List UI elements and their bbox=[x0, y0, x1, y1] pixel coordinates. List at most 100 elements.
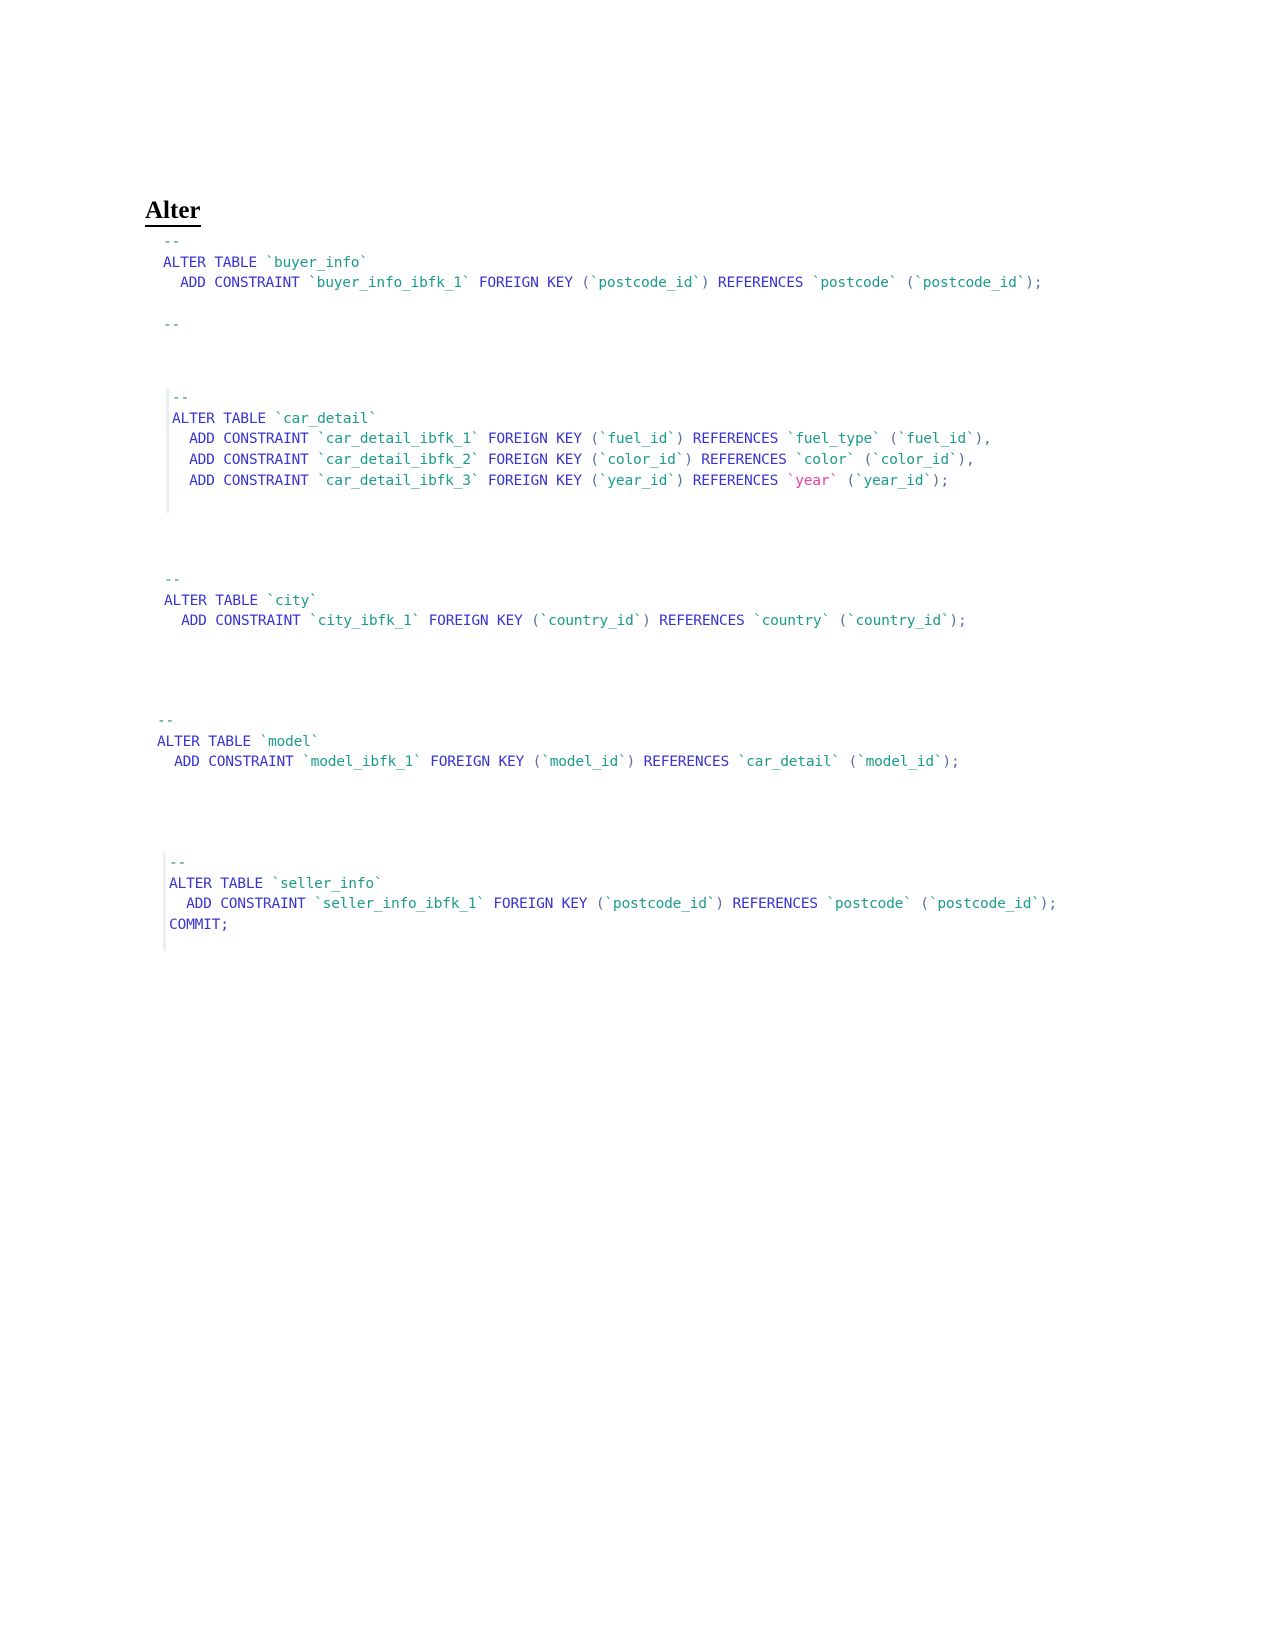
sql-referenced-table: `car_detail` bbox=[737, 753, 841, 771]
sql-column-identifier: `model_id` bbox=[541, 753, 627, 771]
sql-punctuation: ) bbox=[642, 612, 660, 630]
sql-referenced-column: `color_id` bbox=[872, 451, 958, 469]
sql-comment: -- bbox=[163, 233, 181, 250]
sql-line: -- bbox=[172, 388, 992, 409]
sql-keyword: FOREIGN KEY bbox=[479, 471, 591, 489]
sql-referenced-table: `color` bbox=[795, 451, 855, 469]
sql-keyword: REFERENCES bbox=[643, 753, 738, 771]
sql-block-alter-buyer-info: -- ALTER TABLE `buyer_info` ADD CONSTRAIN… bbox=[163, 232, 1043, 336]
sql-punctuation: ) bbox=[684, 451, 702, 469]
page-title: Alter bbox=[145, 197, 201, 227]
sql-constraint-name: `model_ibfk_1` bbox=[302, 753, 422, 771]
sql-punctuation: ), bbox=[957, 451, 975, 469]
sql-keyword: ADD CONSTRAINT bbox=[189, 430, 318, 448]
sql-referenced-table: `postcode` bbox=[811, 274, 898, 292]
sql-keyword: REFERENCES bbox=[692, 430, 787, 448]
sql-comment: -- bbox=[163, 315, 181, 333]
sql-line: ADD CONSTRAINT `buyer_info_ibfk_1` FOREI… bbox=[163, 273, 1043, 294]
sql-punctuation: ) bbox=[626, 753, 644, 771]
sql-punctuation: ( bbox=[581, 274, 590, 292]
sql-column-identifier: `fuel_id` bbox=[598, 430, 676, 448]
sql-punctuation: ( bbox=[590, 451, 599, 469]
sql-referenced-column: `postcode_id` bbox=[914, 274, 1026, 292]
sql-line: COMMIT; bbox=[169, 915, 1057, 936]
sql-column-identifier: `postcode_id` bbox=[589, 274, 701, 292]
sql-keyword: ADD CONSTRAINT bbox=[180, 274, 309, 292]
sql-keyword: ALTER TABLE bbox=[169, 874, 272, 892]
sql-line: -- bbox=[163, 315, 1042, 336]
sql-punctuation: ); bbox=[1039, 895, 1057, 913]
sql-punctuation: ); bbox=[931, 471, 949, 489]
sql-punctuation: ( bbox=[911, 895, 929, 913]
sql-punctuation: ( bbox=[532, 753, 542, 771]
sql-comment: -- bbox=[164, 571, 182, 588]
sql-constraint-name: `seller_info_ibfk_1` bbox=[314, 895, 485, 913]
sql-keyword: ALTER TABLE bbox=[157, 732, 260, 750]
sql-indent bbox=[169, 895, 186, 912]
sql-punctuation: ( bbox=[590, 430, 599, 448]
sql-referenced-table: `country` bbox=[753, 612, 830, 630]
sql-constraint-name: `city_ibfk_1` bbox=[309, 612, 421, 630]
sql-line: -- bbox=[157, 711, 960, 732]
sql-punctuation: ( bbox=[839, 753, 858, 771]
sql-column-identifier: `postcode_id` bbox=[604, 895, 716, 913]
sql-column-identifier: `year_id` bbox=[598, 471, 676, 489]
document-page: Alter -- ALTER TABLE `buyer_info` ADD CON… bbox=[0, 0, 1275, 1650]
sql-line: ADD CONSTRAINT `car_detail_ibfk_3` FOREI… bbox=[172, 471, 992, 492]
sql-keyword: FOREIGN KEY bbox=[484, 895, 596, 913]
sql-constraint-name: `car_detail_ibfk_3` bbox=[317, 471, 480, 489]
sql-punctuation: ( bbox=[897, 274, 915, 292]
sql-keyword: ADD CONSTRAINT bbox=[189, 471, 318, 489]
sql-punctuation: ( bbox=[837, 471, 855, 489]
sql-line: ALTER TABLE `car_detail` bbox=[172, 409, 992, 430]
sql-indent bbox=[164, 612, 181, 629]
sql-line: -- bbox=[163, 232, 1042, 253]
sql-block-alter-city: -- ALTER TABLE `city` ADD CONSTRAINT `cit… bbox=[164, 570, 967, 632]
sql-keyword: ADD CONSTRAINT bbox=[186, 895, 315, 913]
sql-punctuation: ) bbox=[675, 430, 693, 448]
sql-punctuation: ( bbox=[880, 430, 898, 448]
sql-punctuation: ( bbox=[854, 451, 873, 469]
sql-line: -- bbox=[164, 570, 966, 591]
sql-punctuation: ); bbox=[942, 753, 960, 771]
sql-constraint-name: `buyer_info_ibfk_1` bbox=[308, 274, 471, 292]
sql-line: ALTER TABLE `model` bbox=[157, 732, 960, 753]
sql-comment: -- bbox=[172, 389, 190, 406]
sql-indent bbox=[157, 753, 174, 770]
sql-keyword: ADD CONSTRAINT bbox=[189, 451, 318, 469]
sql-keyword: FOREIGN KEY bbox=[420, 612, 532, 630]
sql-comment: -- bbox=[157, 712, 175, 729]
sql-column-identifier: `color_id` bbox=[598, 451, 685, 469]
sql-punctuation: ( bbox=[531, 612, 540, 630]
sql-punctuation: ); bbox=[1025, 274, 1043, 292]
sql-indent bbox=[163, 274, 180, 291]
sql-keyword: FOREIGN KEY bbox=[470, 274, 582, 292]
sql-referenced-column: `model_id` bbox=[857, 753, 943, 771]
sql-keyword: ADD CONSTRAINT bbox=[181, 612, 310, 630]
sql-keyword: ADD CONSTRAINT bbox=[174, 753, 303, 771]
sql-indent bbox=[172, 451, 189, 468]
sql-line: ADD CONSTRAINT `seller_info_ibfk_1` FORE… bbox=[169, 894, 1057, 915]
sql-keyword: FOREIGN KEY bbox=[479, 451, 591, 469]
sql-referenced-table: `fuel_type` bbox=[786, 430, 881, 448]
sql-referenced-column: `country_id` bbox=[846, 612, 950, 630]
sql-referenced-table: `postcode` bbox=[826, 895, 912, 913]
sql-keyword: REFERENCES bbox=[732, 895, 827, 913]
sql-indent bbox=[172, 472, 189, 489]
sql-table-identifier: `model` bbox=[259, 732, 320, 750]
sql-punctuation: ) bbox=[715, 895, 733, 913]
sql-comment: -- bbox=[169, 854, 187, 871]
sql-keyword: REFERENCES bbox=[692, 471, 787, 489]
sql-keyword: FOREIGN KEY bbox=[479, 430, 591, 448]
sql-table-identifier: `city` bbox=[266, 591, 318, 609]
sql-table-identifier: `seller_info` bbox=[271, 874, 383, 892]
sql-keyword: ALTER TABLE bbox=[163, 253, 266, 271]
sql-punctuation: ( bbox=[590, 471, 599, 489]
sql-line: ADD CONSTRAINT `car_detail_ibfk_2` FOREI… bbox=[172, 450, 992, 471]
sql-line bbox=[163, 294, 1042, 315]
sql-line: ADD CONSTRAINT `car_detail_ibfk_1` FOREI… bbox=[172, 429, 992, 450]
sql-table-identifier: `buyer_info` bbox=[265, 253, 368, 271]
sql-referenced-column: `postcode_id` bbox=[928, 895, 1040, 913]
sql-referenced-column: `year_id` bbox=[854, 471, 932, 489]
sql-keyword: REFERENCES bbox=[659, 612, 754, 630]
